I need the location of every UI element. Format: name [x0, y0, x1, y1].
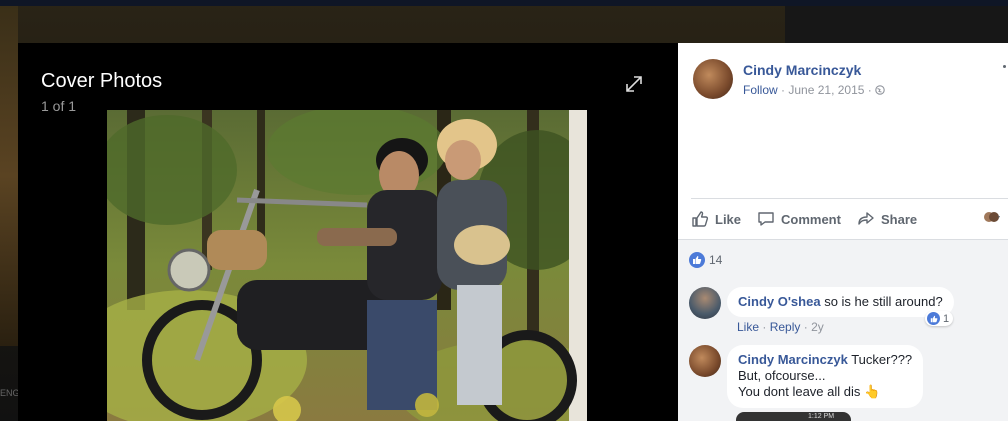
background-text-fragment: ENG	[0, 388, 18, 398]
comment-button[interactable]: Comment	[757, 209, 841, 229]
more-options-icon[interactable]	[1003, 65, 1006, 68]
reaction-selector-icon[interactable]	[983, 210, 1001, 224]
pointing-up-icon: 👆	[864, 384, 881, 399]
post-date[interactable]: June 21, 2015	[788, 83, 864, 97]
background-photo-fragment	[0, 6, 18, 346]
comment-bubble: Cindy O'shea so is he still around?	[727, 287, 954, 317]
post-actions: Like Comment Share	[691, 203, 1008, 235]
divider	[691, 198, 1008, 199]
comment-text: so is he still around?	[824, 294, 943, 309]
comment-actions: Like · Reply · 2y	[737, 320, 824, 334]
reaction-count: 14	[709, 253, 723, 267]
post-author[interactable]: Cindy Marcinczyk	[743, 62, 861, 78]
album-title: Cover Photos	[41, 70, 163, 92]
like-label: Like	[715, 211, 742, 227]
comment-author[interactable]: Cindy Marcinczyk	[738, 352, 848, 367]
reaction-count: 1	[943, 312, 950, 325]
comment-age[interactable]: 2y	[811, 320, 824, 334]
comment-like-link[interactable]: Like	[737, 320, 759, 334]
meta-separator: ·	[867, 83, 872, 97]
share-label: Share	[881, 211, 918, 227]
comment-author[interactable]: Cindy O'shea	[738, 294, 821, 309]
comment-icon	[758, 212, 774, 226]
expand-icon[interactable]	[623, 73, 645, 95]
comment-item: Cindy O'shea so is he still around? 1 Li…	[689, 287, 999, 337]
comment-image-attachment[interactable]: 1:12 PM	[736, 412, 851, 421]
avatar[interactable]	[689, 287, 721, 319]
like-reaction-icon	[689, 252, 705, 268]
follow-link[interactable]: Follow	[743, 83, 778, 97]
like-reaction-icon	[927, 312, 940, 325]
comment-reaction-count[interactable]: 1	[925, 311, 954, 326]
comment-text-line: Tucker???	[851, 352, 913, 367]
avatar[interactable]	[689, 345, 721, 377]
meta-separator: ·	[781, 83, 786, 97]
comments-section: 14 Cindy O'shea so is he still around? 1…	[678, 239, 1008, 421]
comment-text-line: But, ofcourse...	[738, 368, 826, 383]
photo-counter: 1 of 1	[41, 98, 77, 114]
attachment-time: 1:12 PM	[808, 413, 835, 420]
avatar[interactable]	[693, 59, 733, 99]
share-button[interactable]: Share	[857, 209, 917, 229]
post-meta: Follow · June 21, 2015 ·	[743, 83, 885, 97]
comment-bubble: Cindy Marcinczyk Tucker??? But, ofcourse…	[727, 345, 924, 408]
comment-reply-link[interactable]: Reply	[770, 320, 801, 334]
thumbs-up-icon	[692, 211, 709, 227]
cover-photo[interactable]	[107, 110, 587, 421]
background-right-fragment	[785, 6, 1008, 43]
globe-icon[interactable]	[875, 84, 885, 95]
photo-lightbox: Cover Photos 1 of 1	[18, 43, 678, 421]
post-side-panel: Cindy Marcinczyk Follow · June 21, 2015 …	[678, 43, 1008, 421]
like-button[interactable]: Like	[691, 209, 741, 229]
comment-item: Cindy Marcinczyk Tucker??? But, ofcourse…	[689, 345, 999, 421]
comment-label: Comment	[781, 211, 841, 227]
comment-text-line: You dont leave all dis	[738, 384, 861, 399]
share-icon	[858, 212, 874, 225]
reaction-summary[interactable]: 14	[689, 252, 722, 268]
